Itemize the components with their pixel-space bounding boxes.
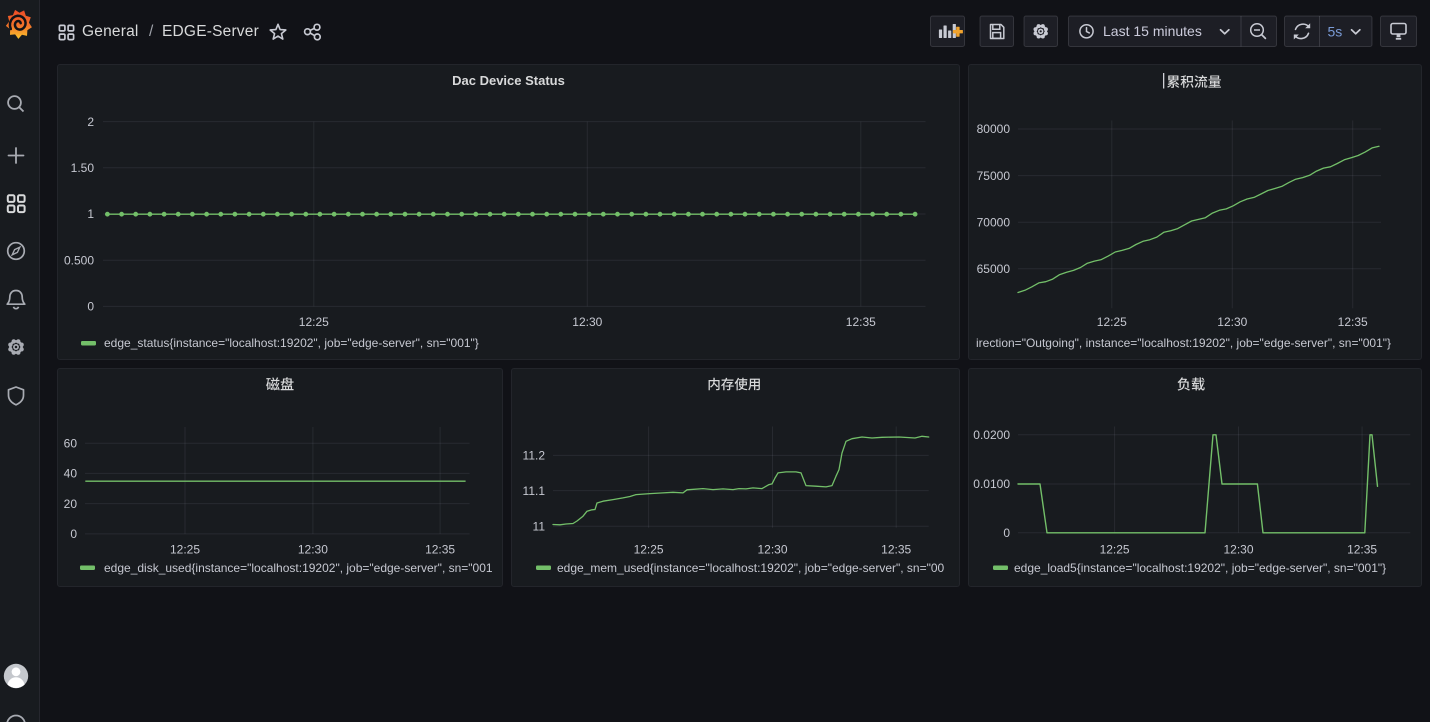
svg-text:1.50: 1.50 — [71, 161, 95, 175]
svg-text:75000: 75000 — [977, 169, 1011, 183]
svg-text:edge_load5{instance="localhost: edge_load5{instance="localhost:19202", j… — [1014, 561, 1386, 575]
svg-text:irection="Outgoing", instance=: irection="Outgoing", instance="localhost… — [976, 336, 1391, 350]
svg-text:12:30: 12:30 — [572, 315, 602, 329]
svg-text:edge_status{instance="localhos: edge_status{instance="localhost:19202", … — [104, 336, 479, 350]
svg-text:12:35: 12:35 — [1347, 543, 1377, 557]
svg-text:11.1: 11.1 — [523, 484, 546, 498]
svg-text:12:35: 12:35 — [846, 315, 876, 329]
svg-text:11: 11 — [533, 519, 546, 533]
svg-text:2: 2 — [87, 115, 94, 129]
svg-text:12:30: 12:30 — [1223, 543, 1253, 557]
svg-text:0: 0 — [1003, 526, 1010, 540]
svg-text:5s: 5s — [1328, 23, 1343, 39]
svg-text:0.0100: 0.0100 — [973, 477, 1010, 491]
svg-text:40: 40 — [64, 467, 78, 481]
svg-text:80000: 80000 — [977, 122, 1011, 136]
svg-text:65000: 65000 — [977, 262, 1011, 276]
svg-text:12:25: 12:25 — [1100, 543, 1130, 557]
svg-text:12:25: 12:25 — [1097, 315, 1127, 329]
svg-text:20: 20 — [64, 497, 78, 511]
svg-text:12:30: 12:30 — [1217, 315, 1247, 329]
svg-text:0.500: 0.500 — [64, 253, 94, 267]
svg-text:Dac Device Status: Dac Device Status — [452, 73, 565, 88]
svg-text:12:25: 12:25 — [634, 543, 664, 557]
svg-text:edge_mem_used{instance="localh: edge_mem_used{instance="localhost:19202"… — [557, 561, 945, 575]
svg-text:12:25: 12:25 — [299, 315, 329, 329]
svg-text:12:35: 12:35 — [881, 543, 911, 557]
svg-text:60: 60 — [64, 436, 78, 450]
svg-text:0: 0 — [87, 300, 94, 314]
svg-text:0: 0 — [70, 527, 77, 541]
svg-text:12:35: 12:35 — [1338, 315, 1368, 329]
svg-text:12:35: 12:35 — [425, 543, 455, 557]
svg-text:edge_disk_used{instance="local: edge_disk_used{instance="localhost:19202… — [104, 561, 493, 575]
svg-text:70000: 70000 — [977, 215, 1011, 229]
svg-text:12:25: 12:25 — [170, 543, 200, 557]
svg-text:12:30: 12:30 — [757, 543, 787, 557]
svg-text:1: 1 — [87, 207, 94, 221]
svg-text:11.2: 11.2 — [523, 449, 546, 463]
svg-text:0.0200: 0.0200 — [973, 428, 1010, 442]
svg-text:12:30: 12:30 — [298, 543, 328, 557]
svg-text:Last 15 minutes: Last 15 minutes — [1103, 23, 1202, 39]
